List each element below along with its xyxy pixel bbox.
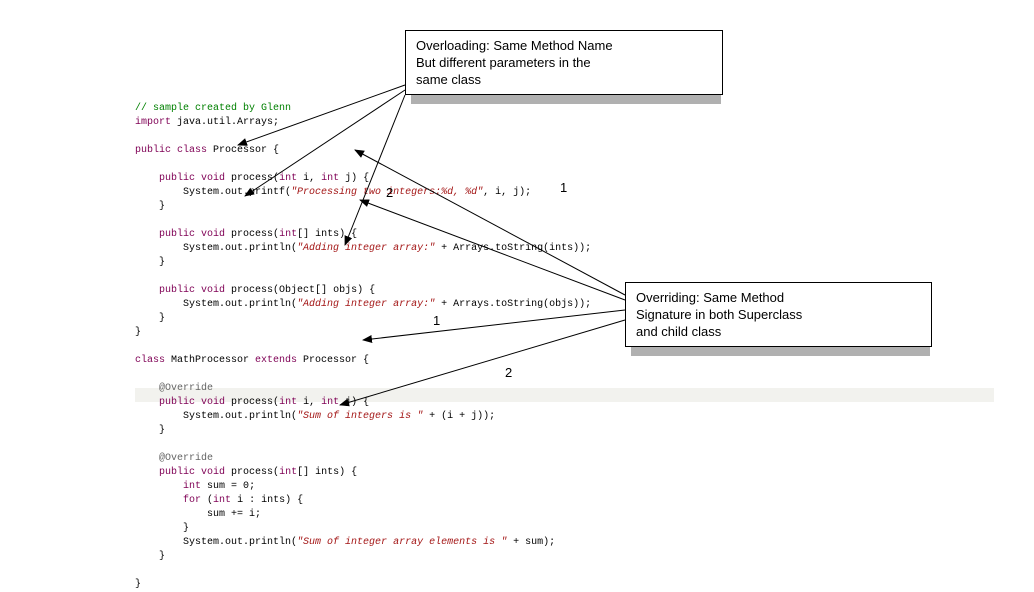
callout-text: Overriding: Same Method: [636, 289, 921, 306]
code-text: }: [159, 425, 165, 436]
code-text: }: [159, 313, 165, 324]
code-keyword: int: [279, 397, 297, 408]
code-text: MathProcessor: [165, 355, 255, 366]
code-keyword: void: [195, 467, 225, 478]
arrow-label: 1: [560, 180, 567, 195]
code-keyword: void: [195, 173, 225, 184]
code-text: i : ints) {: [231, 495, 303, 506]
code-keyword: public: [159, 467, 195, 478]
code-text: (: [201, 495, 213, 506]
code-text: Processor {: [297, 355, 369, 366]
code-keyword: void: [195, 397, 225, 408]
code-text: i,: [297, 397, 321, 408]
arrow-label: 2: [386, 185, 393, 200]
code-text: process(: [225, 173, 279, 184]
code-keyword: for: [183, 495, 201, 506]
code-text: process(: [225, 467, 279, 478]
code-text: }: [159, 257, 165, 268]
code-keyword: int: [279, 173, 297, 184]
code-text: , i, j);: [483, 187, 531, 198]
code-keyword: class: [135, 355, 165, 366]
code-text: process(: [225, 229, 279, 240]
code-keyword: int: [321, 173, 339, 184]
callout-text: and child class: [636, 323, 921, 340]
code-keyword: class: [171, 145, 207, 156]
code-keyword: public: [159, 397, 195, 408]
code-text: }: [135, 327, 141, 338]
callout-overloading: Overloading: Same Method Name But differ…: [405, 30, 723, 95]
code-keyword: void: [195, 229, 225, 240]
code-text: + Arrays.toString(ints));: [435, 243, 591, 254]
code-block: // sample created by Glenn import java.u…: [135, 88, 591, 592]
code-text: Processor {: [207, 145, 279, 156]
code-text: process(Object[] objs) {: [225, 285, 375, 296]
code-keyword: int: [213, 495, 231, 506]
code-string: "Adding integer array:": [297, 299, 435, 310]
code-text: + sum);: [507, 537, 555, 548]
callout-text: But different parameters in the: [416, 54, 712, 71]
code-text: sum += i;: [207, 509, 261, 520]
callout-overriding: Overriding: Same Method Signature in bot…: [625, 282, 932, 347]
code-text: System.out.println(: [183, 299, 297, 310]
code-comment: // sample created by Glenn: [135, 103, 291, 114]
code-keyword: public: [159, 173, 195, 184]
code-keyword: public: [159, 285, 195, 296]
code-text: System.out.printf(: [183, 187, 291, 198]
code-text: i,: [297, 173, 321, 184]
code-keyword: import: [135, 117, 171, 128]
code-annotation: @Override: [159, 383, 213, 394]
arrow-label: 2: [505, 365, 512, 380]
code-text: [] ints) {: [297, 229, 357, 240]
callout-text: Overloading: Same Method Name: [416, 37, 712, 54]
code-keyword: int: [183, 481, 201, 492]
code-text: }: [159, 201, 165, 212]
code-text: process(: [225, 397, 279, 408]
code-string: "Sum of integers is ": [297, 411, 423, 422]
code-text: + Arrays.toString(objs));: [435, 299, 591, 310]
code-keyword: public: [159, 229, 195, 240]
code-keyword: void: [195, 285, 225, 296]
code-text: System.out.println(: [183, 411, 297, 422]
code-keyword: int: [321, 397, 339, 408]
code-text: }: [159, 551, 165, 562]
arrow-label: 1: [433, 313, 440, 328]
code-string: "Adding integer array:": [297, 243, 435, 254]
code-annotation: @Override: [159, 453, 213, 464]
code-text: [] ints) {: [297, 467, 357, 478]
code-text: j) {: [339, 173, 369, 184]
code-keyword: public: [135, 145, 171, 156]
code-text: sum =: [201, 481, 243, 492]
code-text: }: [183, 523, 189, 534]
code-keyword: extends: [255, 355, 297, 366]
code-text: java.util.Arrays;: [171, 117, 279, 128]
code-text: ;: [249, 481, 255, 492]
callout-text: Signature in both Superclass: [636, 306, 921, 323]
callout-text: same class: [416, 71, 712, 88]
code-string: "Sum of integer array elements is ": [297, 537, 507, 548]
code-text: System.out.println(: [183, 537, 297, 548]
code-text: j) {: [339, 397, 369, 408]
code-text: }: [135, 579, 141, 590]
code-text: + (i + j));: [423, 411, 495, 422]
code-keyword: int: [279, 229, 297, 240]
code-keyword: int: [279, 467, 297, 478]
code-text: System.out.println(: [183, 243, 297, 254]
